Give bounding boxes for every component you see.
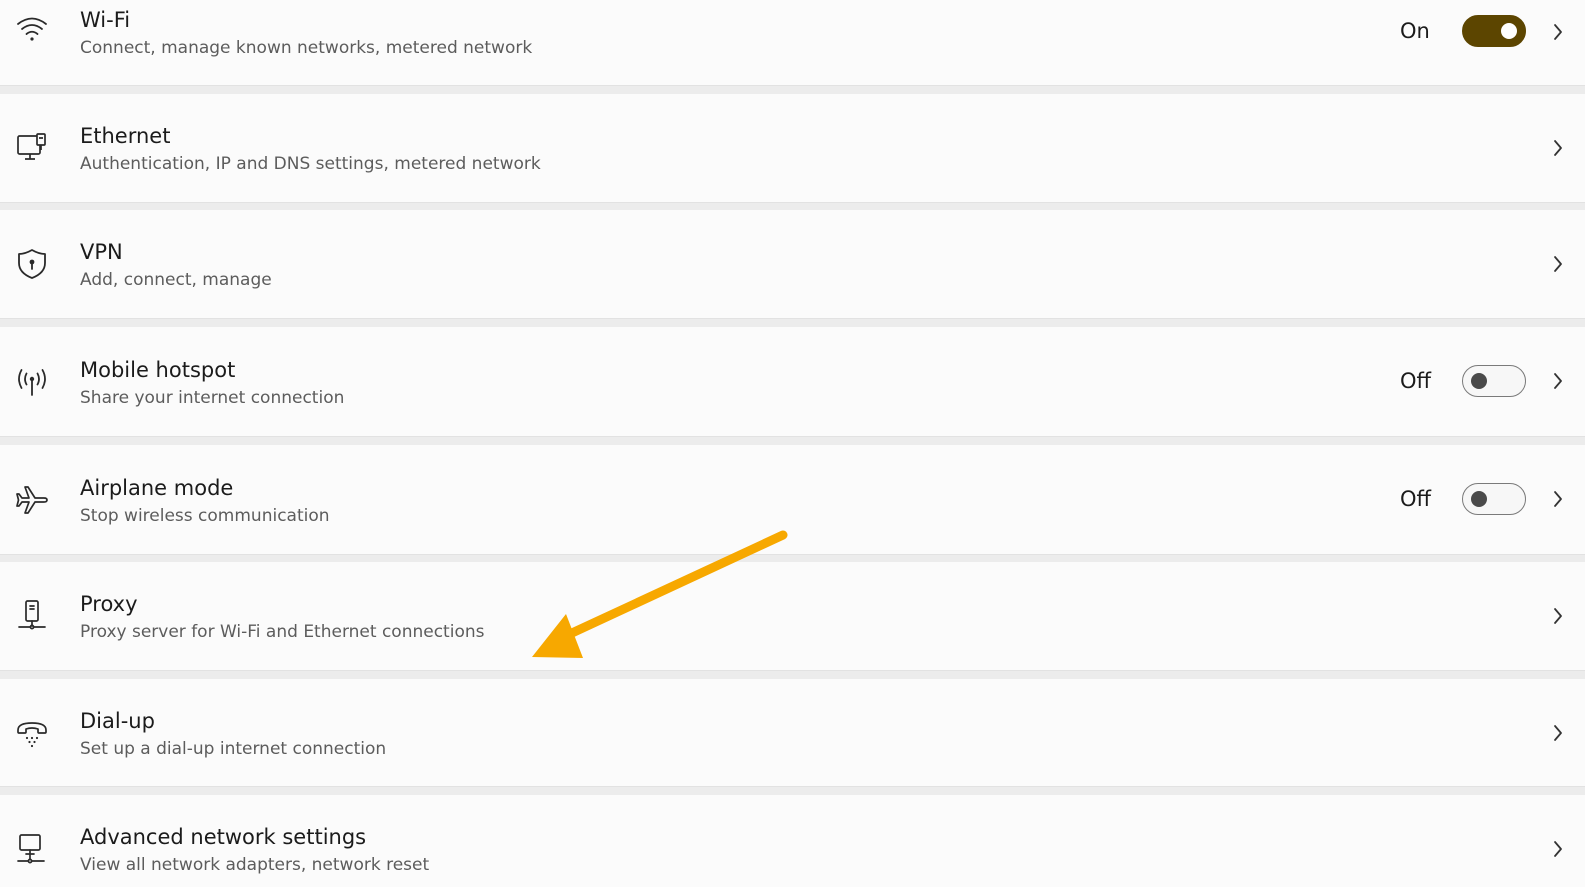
vpn-shield-icon xyxy=(12,244,52,284)
row-subtitle: View all network adapters, network reset xyxy=(80,855,430,875)
row-title: Airplane mode xyxy=(80,476,234,500)
airplane-mode-state-label: Off xyxy=(1400,487,1431,511)
chevron-right-icon xyxy=(1551,839,1565,859)
row-subtitle: Set up a dial-up internet connection xyxy=(80,739,387,759)
toggle-knob xyxy=(1471,491,1487,507)
chevron-right-icon xyxy=(1551,138,1565,158)
chevron-right-icon xyxy=(1551,371,1565,391)
wifi-icon xyxy=(12,10,52,50)
settings-row-airplane-mode[interactable]: Airplane mode Stop wireless communicatio… xyxy=(0,445,1585,555)
toggle-knob xyxy=(1471,373,1487,389)
row-subtitle: Share your internet connection xyxy=(80,388,345,408)
chevron-right-icon xyxy=(1551,254,1565,274)
wifi-state-label: On xyxy=(1400,19,1430,43)
settings-row-dial-up[interactable]: Dial-up Set up a dial-up internet connec… xyxy=(0,679,1585,787)
row-title: Mobile hotspot xyxy=(80,358,236,382)
row-subtitle: Add, connect, manage xyxy=(80,270,272,290)
ethernet-icon xyxy=(12,128,52,168)
mobile-hotspot-toggle[interactable] xyxy=(1462,365,1526,397)
mobile-hotspot-state-label: Off xyxy=(1400,369,1431,393)
row-subtitle: Connect, manage known networks, metered … xyxy=(80,38,533,58)
row-title: Ethernet xyxy=(80,124,171,148)
toggle-knob xyxy=(1501,23,1517,39)
chevron-right-icon xyxy=(1551,22,1565,42)
airplane-mode-toggle[interactable] xyxy=(1462,483,1526,515)
row-title: Wi-Fi xyxy=(80,8,131,32)
row-subtitle: Stop wireless communication xyxy=(80,506,330,526)
proxy-icon xyxy=(12,596,52,636)
chevron-right-icon xyxy=(1551,606,1565,626)
settings-row-advanced-network-settings[interactable]: Advanced network settings View all netwo… xyxy=(0,795,1585,887)
settings-row-wifi[interactable]: Wi-Fi Connect, manage known networks, me… xyxy=(0,0,1585,86)
network-internet-settings-page: Wi-Fi Connect, manage known networks, me… xyxy=(0,0,1585,887)
chevron-right-icon xyxy=(1551,489,1565,509)
row-title: VPN xyxy=(80,240,123,264)
dialup-phone-icon xyxy=(12,713,52,753)
settings-row-proxy[interactable]: Proxy Proxy server for Wi-Fi and Etherne… xyxy=(0,562,1585,671)
chevron-right-icon xyxy=(1551,723,1565,743)
settings-row-mobile-hotspot[interactable]: Mobile hotspot Share your internet conne… xyxy=(0,327,1585,437)
row-title: Dial-up xyxy=(80,709,155,733)
row-subtitle: Proxy server for Wi-Fi and Ethernet conn… xyxy=(80,622,485,642)
network-adapter-icon xyxy=(12,829,52,869)
row-title: Advanced network settings xyxy=(80,825,367,849)
wifi-toggle[interactable] xyxy=(1462,15,1526,47)
airplane-icon xyxy=(12,480,52,520)
row-subtitle: Authentication, IP and DNS settings, met… xyxy=(80,154,541,174)
settings-row-ethernet[interactable]: Ethernet Authentication, IP and DNS sett… xyxy=(0,94,1585,203)
hotspot-icon xyxy=(12,362,52,402)
settings-row-vpn[interactable]: VPN Add, connect, manage xyxy=(0,210,1585,319)
row-title: Proxy xyxy=(80,592,138,616)
